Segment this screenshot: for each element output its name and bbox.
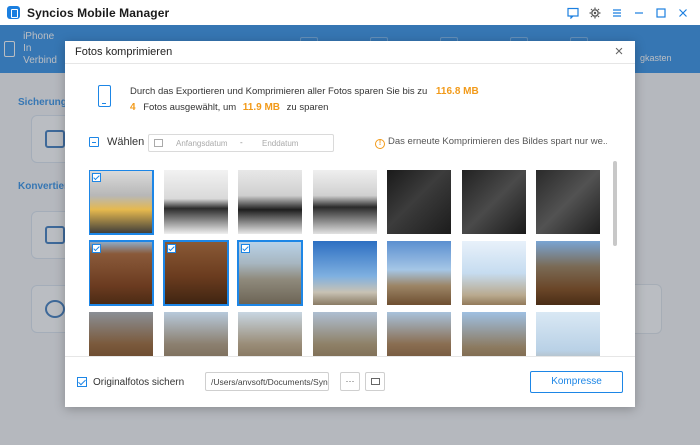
selected-text: Fotos ausgewählt, um	[143, 102, 237, 113]
open-folder-button[interactable]	[365, 372, 385, 391]
title-bar: Syncios Mobile Manager	[0, 0, 700, 25]
photo-thumbnail[interactable]	[462, 170, 526, 234]
savings-total-text: Durch das Exportieren und Komprimieren a…	[130, 86, 428, 97]
hint-text: Das erneute Komprimieren des Bildes spar…	[388, 136, 607, 147]
photo-thumbnail[interactable]	[163, 240, 229, 306]
photo-thumbnail[interactable]	[536, 241, 600, 305]
backup-originals-label: Originalfotos sichern	[93, 377, 185, 388]
photo-checkbox[interactable]	[92, 244, 101, 253]
dialog-header: Fotos komprimieren	[65, 41, 635, 64]
selected-text-end: zu sparen	[286, 102, 329, 113]
photo-thumbnail[interactable]	[164, 312, 228, 356]
photo-thumbnail[interactable]	[238, 312, 302, 356]
selected-size-value: 11.9 MB	[242, 102, 281, 113]
savings-total-line: Durch das Exportieren und Komprimieren a…	[130, 86, 479, 97]
photo-thumbnail[interactable]	[462, 312, 526, 356]
phone-icon	[98, 85, 111, 107]
end-date-input[interactable]: Enddatum	[262, 139, 298, 148]
photo-grid	[89, 170, 603, 356]
info-icon: !	[375, 139, 385, 149]
photo-checkbox[interactable]	[92, 173, 101, 182]
app-title: Syncios Mobile Manager	[27, 5, 170, 20]
photo-checkbox[interactable]	[241, 244, 250, 253]
photo-thumbnail[interactable]	[238, 170, 302, 234]
savings-selected-line: 4 Fotos ausgewählt, um 11.9 MB zu sparen	[130, 102, 328, 113]
photo-thumbnail[interactable]	[313, 312, 377, 356]
selected-count: 4	[130, 102, 136, 113]
folder-icon	[371, 378, 380, 385]
dialog-footer: Originalfotos sichern /Users/anvsoft/Doc…	[65, 356, 635, 407]
calendar-icon	[154, 139, 163, 147]
start-date-input[interactable]: Anfangsdatum	[176, 139, 228, 148]
gear-icon[interactable]	[584, 0, 606, 25]
backup-originals-checkbox[interactable]	[77, 377, 87, 387]
recompress-hint: ! Das erneute Komprimieren des Bildes spa…	[375, 136, 607, 149]
menu-icon[interactable]	[606, 0, 628, 25]
photo-thumbnail[interactable]	[387, 170, 451, 234]
backup-path-field[interactable]: /Users/anvsoft/Documents/Syncios	[205, 372, 329, 391]
photo-thumbnail[interactable]	[313, 170, 377, 234]
window-controls	[562, 0, 694, 25]
photo-thumbnail[interactable]	[313, 241, 377, 305]
photo-thumbnail[interactable]	[89, 240, 154, 306]
scrollbar[interactable]	[613, 157, 618, 357]
app-logo-icon	[7, 6, 20, 19]
savings-total-value: 116.8 MB	[435, 86, 479, 97]
close-window-icon[interactable]	[672, 0, 694, 25]
select-label: Wählen	[107, 136, 145, 148]
selection-toolbar: Wählen Anfangsdatum - Enddatum ! Das erne…	[87, 132, 609, 154]
date-separator: -	[240, 138, 243, 147]
photo-thumbnail[interactable]	[462, 241, 526, 305]
photo-thumbnail[interactable]	[387, 312, 451, 356]
browse-button[interactable]: ···	[340, 372, 360, 391]
photo-thumbnail[interactable]	[387, 241, 451, 305]
photo-thumbnail[interactable]	[536, 312, 600, 356]
scrollbar-thumb[interactable]	[613, 161, 617, 246]
photo-thumbnail[interactable]	[164, 170, 228, 234]
compress-photos-dialog: Fotos komprimieren × Durch das Exportier…	[65, 41, 635, 407]
compress-button[interactable]: Kompresse	[530, 371, 623, 393]
close-icon[interactable]: ×	[612, 44, 626, 59]
maximize-icon[interactable]	[650, 0, 672, 25]
dialog-title: Fotos komprimieren	[75, 46, 173, 58]
photo-thumbnail[interactable]	[237, 240, 303, 306]
photo-thumbnail[interactable]	[89, 170, 154, 235]
photo-checkbox[interactable]	[167, 244, 176, 253]
select-all-checkbox[interactable]	[89, 137, 99, 147]
photo-thumbnail[interactable]	[89, 312, 153, 356]
minimize-icon[interactable]	[628, 0, 650, 25]
photo-thumbnail[interactable]	[536, 170, 600, 234]
date-range-picker[interactable]: Anfangsdatum - Enddatum	[148, 134, 334, 152]
feedback-icon[interactable]	[562, 0, 584, 25]
